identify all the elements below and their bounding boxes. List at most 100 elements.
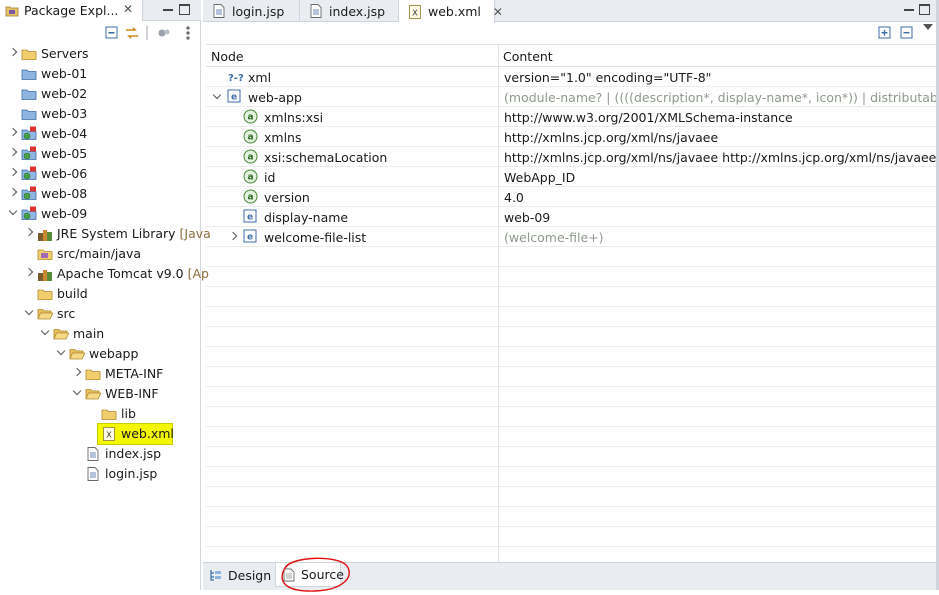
- node-content[interactable]: 4.0: [504, 190, 939, 205]
- grid-row-xml[interactable]: ?-? xml version="1.0" encoding="UTF-8": [206, 67, 939, 87]
- tree-item-web-inf[interactable]: WEB-INF: [0, 384, 201, 404]
- chevron-down-icon[interactable]: [56, 348, 66, 358]
- tree-item-web-09[interactable]: web-09: [0, 204, 201, 224]
- tab-package-explorer[interactable]: Package Expl... ✕: [0, 0, 143, 21]
- tree-item-src[interactable]: src: [0, 304, 201, 324]
- tree-item-text: web-04: [41, 126, 87, 142]
- tree-item-web-08[interactable]: web-08: [0, 184, 201, 204]
- tree-item-web-06[interactable]: web-06: [0, 164, 201, 184]
- tree-item-servers[interactable]: Servers: [0, 44, 201, 64]
- tree-item-meta-inf[interactable]: META-INF: [0, 364, 201, 384]
- page-tab-source[interactable]: Source: [275, 563, 344, 587]
- tree-item-web-xml[interactable]: Xweb.xml: [0, 423, 201, 445]
- page-tab-design[interactable]: Design: [203, 563, 273, 587]
- attribute-icon: a: [243, 109, 258, 124]
- node-content[interactable]: version="1.0" encoding="UTF-8": [504, 70, 939, 85]
- column-header-content[interactable]: Content: [503, 49, 553, 64]
- chevron-down-icon[interactable]: [72, 388, 82, 398]
- svg-text:X: X: [106, 431, 112, 440]
- column-header-node[interactable]: Node: [211, 49, 244, 64]
- filters-icon[interactable]: [156, 25, 172, 41]
- tree-item-index-jsp[interactable]: index.jsp: [0, 444, 201, 464]
- tree-item-text: web-08: [41, 186, 87, 202]
- grid-row-xsi-schemalocation[interactable]: a xsi:schemaLocation http://xmlns.jcp.org/…: [206, 147, 939, 167]
- maximize-icon[interactable]: [179, 4, 190, 15]
- tree-item-main[interactable]: main: [0, 324, 201, 344]
- minimize-icon[interactable]: [903, 3, 916, 16]
- tree-item-lib[interactable]: lib: [0, 404, 201, 424]
- tree-item-login-jsp[interactable]: login.jsp: [0, 464, 201, 484]
- chevron-right-icon[interactable]: [8, 48, 18, 58]
- view-menu-icon[interactable]: [180, 25, 196, 41]
- grid-row-web-app[interactable]: e web-app (module-name? | ((((description*…: [206, 87, 939, 107]
- collapse-all-icon[interactable]: [104, 25, 120, 41]
- tree-item-label: web-01: [41, 66, 88, 81]
- tree-item-src-main-java[interactable]: src/main/java: [0, 244, 201, 264]
- node-content[interactable]: http://xmlns.jcp.org/xml/ns/javaee http:…: [504, 150, 939, 165]
- chevron-down-icon[interactable]: [40, 328, 50, 338]
- grid-row-empty: [206, 507, 939, 527]
- chevron-right-icon[interactable]: [8, 168, 18, 178]
- tree-item-jre-system-library[interactable]: JRE System Library [Java: [0, 224, 211, 244]
- tree-item-label: web-03: [41, 106, 88, 121]
- chevron-right-icon[interactable]: [72, 368, 82, 378]
- chevron-right-icon[interactable]: [8, 188, 18, 198]
- close-icon[interactable]: ✕: [493, 5, 503, 19]
- chevron-down-icon[interactable]: [212, 92, 222, 102]
- node-content[interactable]: http://www.w3.org/2001/XMLSchema-instanc…: [504, 110, 939, 125]
- view-menu-icon[interactable]: [923, 24, 933, 30]
- chevron-right-icon[interactable]: [8, 128, 18, 138]
- tab-login-jsp[interactable]: login.jsp: [203, 0, 300, 22]
- chevron-right-icon[interactable]: [8, 148, 18, 158]
- tree-item-label: web-06: [41, 166, 88, 181]
- web-project-icon: [21, 146, 37, 162]
- web-project-icon: [21, 126, 37, 142]
- grid-row-empty: [206, 467, 939, 487]
- jsp-file-icon: [308, 3, 324, 19]
- node-content[interactable]: (module-name? | ((((description*, displa…: [504, 90, 939, 105]
- tree-item-web-02[interactable]: web-02: [0, 84, 201, 104]
- minimize-icon[interactable]: [162, 3, 175, 16]
- grid-row-id[interactable]: a id WebApp_ID: [206, 167, 939, 187]
- grid-row-display-name[interactable]: e display-name web-09: [206, 207, 939, 227]
- svg-text:a: a: [247, 193, 253, 203]
- attribute-icon: a: [243, 149, 258, 164]
- maximize-icon[interactable]: [919, 4, 930, 15]
- folder-open-icon: [37, 306, 54, 322]
- tree-item-label: build: [57, 286, 88, 301]
- tree-item-text: login.jsp: [105, 466, 157, 482]
- chevron-right-icon[interactable]: [24, 228, 34, 238]
- node-content[interactable]: WebApp_ID: [504, 170, 939, 185]
- tab-web-xml[interactable]: Xweb.xml ✕: [399, 0, 503, 23]
- tree-item-apache-tomcat-v9-0[interactable]: Apache Tomcat v9.0 [Ap: [0, 264, 209, 284]
- tree-item-build[interactable]: build: [0, 284, 201, 304]
- expand-all-icon[interactable]: [878, 26, 894, 42]
- grid-row-xmlns-xsi[interactable]: a xmlns:xsi http://www.w3.org/2001/XMLSche…: [206, 107, 939, 127]
- tree-item-web-03[interactable]: web-03: [0, 104, 201, 124]
- tab-index-jsp[interactable]: index.jsp: [300, 0, 399, 22]
- node-name: xmlns: [264, 130, 302, 145]
- grid-row-empty: [206, 247, 939, 267]
- grid-row-welcome-file-list[interactable]: e welcome-file-list (welcome-file+): [206, 227, 939, 247]
- tree-item-web-05[interactable]: web-05: [0, 144, 201, 164]
- node-content[interactable]: web-09: [504, 210, 939, 225]
- tree-item-web-01[interactable]: web-01: [0, 64, 201, 84]
- link-with-editor-icon[interactable]: [124, 25, 140, 41]
- xml-file-icon: X: [407, 4, 423, 20]
- package-explorer-view: Package Expl... ✕ Servers web-01 web-02 web…: [0, 0, 211, 590]
- close-icon[interactable]: ✕: [123, 2, 133, 16]
- chevron-down-icon[interactable]: [24, 308, 34, 318]
- svg-text:e: e: [247, 213, 253, 223]
- chevron-right-icon[interactable]: [24, 268, 34, 278]
- grid-row-version[interactable]: a version 4.0: [206, 187, 939, 207]
- tree-item-web-04[interactable]: web-04: [0, 124, 201, 144]
- node-content[interactable]: http://xmlns.jcp.org/xml/ns/javaee: [504, 130, 939, 145]
- grid-row-xmlns[interactable]: a xmlns http://xmlns.jcp.org/xml/ns/javaee: [206, 127, 939, 147]
- tree-item-label: src: [57, 306, 76, 321]
- collapse-all-icon[interactable]: [900, 26, 916, 42]
- chevron-down-icon[interactable]: [8, 208, 18, 218]
- tree-item-webapp[interactable]: webapp: [0, 344, 201, 364]
- chevron-right-icon[interactable]: [228, 232, 238, 242]
- node-content[interactable]: (welcome-file+): [504, 230, 939, 245]
- package-explorer-icon: [5, 4, 19, 17]
